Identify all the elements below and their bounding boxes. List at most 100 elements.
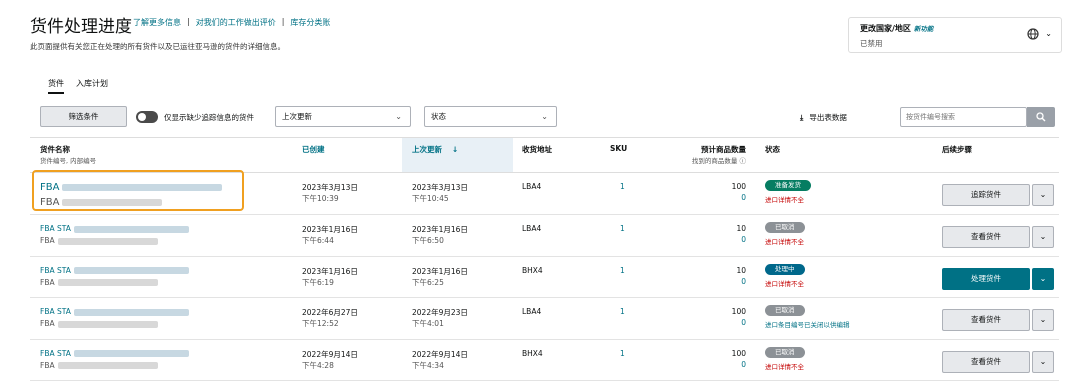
created-time: 下午12:52 xyxy=(302,319,339,328)
globe-icon xyxy=(1027,28,1039,40)
learn-more-link[interactable]: 了解更多信息 xyxy=(133,17,181,28)
chevron-down-icon[interactable]: ⌄ xyxy=(1032,309,1054,331)
created-date: 2022年6月27日 xyxy=(302,308,358,317)
tab-inbound-plans[interactable]: 入库计划 xyxy=(76,78,108,94)
found-qty[interactable]: 0 xyxy=(690,235,746,244)
table-row: FBA STA FBA 2022年9月14日 下午4:28 2022年9月14日… xyxy=(30,340,1059,381)
ship-to-address: BHX4 xyxy=(522,348,543,358)
updated-time: 下午10:45 xyxy=(412,194,449,203)
track-shipment-button[interactable]: 追踪货件 xyxy=(942,184,1030,206)
chevron-down-icon[interactable]: ⌄ xyxy=(1032,350,1054,373)
sku-count[interactable]: 1 xyxy=(620,224,625,233)
created-date: 2023年3月13日 xyxy=(302,183,358,192)
col-status[interactable]: 状态 xyxy=(765,144,780,155)
status-badge: 准备发货 xyxy=(765,180,811,191)
updated-time: 下午6:50 xyxy=(412,236,444,245)
arrow-down-icon: ↓ xyxy=(452,145,459,154)
tabs: 货件 入库计划 xyxy=(48,78,108,94)
status-note[interactable]: 进口详情不全 xyxy=(765,278,804,288)
view-shipment-button[interactable]: 查看货件 xyxy=(942,350,1030,373)
view-shipment-button[interactable]: 查看货件 xyxy=(942,309,1030,331)
status-note[interactable]: 进口详情不全 xyxy=(765,236,804,246)
country-selector[interactable]: 更改国家/地区 新功能 已禁用 ⌄ xyxy=(848,17,1062,53)
table-row: FBA STA FBA 2023年1月16日 下午6:44 2023年1月16日… xyxy=(30,215,1059,257)
ship-to-address: BHX4 xyxy=(522,265,543,275)
status-note[interactable]: 进口详情不全 xyxy=(765,194,804,204)
status-badge: 处理中 xyxy=(765,263,805,275)
status-select[interactable]: 状态 ⌄ xyxy=(424,106,557,127)
updated-time: 下午6:25 xyxy=(412,277,444,287)
feedback-link[interactable]: 对我们的工作做出评价 xyxy=(196,17,276,28)
table-row: FBA STA FBA 2022年6月27日 下午12:52 2022年9月23… xyxy=(30,298,1059,340)
created-date: 2023年1月16日 xyxy=(302,225,358,234)
col-qty[interactable]: 预计商品数量 xyxy=(670,144,746,155)
created-time: 下午10:39 xyxy=(302,194,339,203)
col-name-sub: 货件编号, 内部编号 xyxy=(40,157,97,165)
table-row: FBA STA FBA 2023年1月16日 下午6:19 2023年1月16日… xyxy=(30,257,1059,298)
created-time: 下午6:19 xyxy=(302,277,334,287)
found-qty[interactable]: 0 xyxy=(690,360,746,369)
missing-tracking-toggle[interactable] xyxy=(136,111,158,123)
chevron-down-icon[interactable]: ⌄ xyxy=(1032,226,1054,248)
created-date: 2023年1月16日 xyxy=(302,266,358,276)
col-name[interactable]: 货件名称 xyxy=(40,144,70,155)
work-on-shipment-button[interactable]: 处理货件 xyxy=(942,267,1030,290)
separator: | xyxy=(281,17,285,26)
sku-count[interactable]: 1 xyxy=(620,307,625,316)
view-shipment-button[interactable]: 查看货件 xyxy=(942,226,1030,248)
status-note[interactable]: 进口详情不全 xyxy=(765,361,804,371)
page-title: 货件处理进度 xyxy=(30,17,132,37)
updated-date: 2022年9月14日 xyxy=(412,349,468,359)
shipment-id: FBA xyxy=(40,319,158,328)
col-updated[interactable]: 上次更新 ↓ xyxy=(412,144,458,155)
search-button[interactable] xyxy=(1027,107,1055,127)
shipment-id: FBA xyxy=(40,236,158,245)
created-date: 2022年9月14日 xyxy=(302,349,358,359)
download-icon: ⤓ xyxy=(800,113,804,122)
found-qty[interactable]: 0 xyxy=(690,277,746,286)
filter-button[interactable]: 筛选条件 xyxy=(40,106,127,127)
expected-qty: 100 xyxy=(731,307,746,316)
chevron-down-icon: ⌄ xyxy=(395,112,402,121)
found-qty[interactable]: 0 xyxy=(690,318,746,327)
expected-qty: 10 xyxy=(736,224,746,233)
found-qty[interactable]: 0 xyxy=(690,193,746,202)
ship-to-address: LBA4 xyxy=(522,307,542,316)
sku-count[interactable]: 1 xyxy=(620,182,625,191)
shipment-name[interactable]: FBA STA xyxy=(40,307,189,316)
toolbar: 筛选条件 仅显示缺少追踪信息的货件 上次更新 ⌄ 状态 ⌄ ⤓ 导出表数据 xyxy=(40,105,1055,129)
col-sku[interactable]: SKU xyxy=(610,144,627,153)
tab-shipments[interactable]: 货件 xyxy=(48,78,64,94)
header-links: 了解更多信息 | 对我们的工作做出评价 | 库存分类账 xyxy=(133,17,330,28)
ship-to-address: LBA4 xyxy=(522,224,542,233)
search-icon xyxy=(1036,112,1046,122)
inventory-ledger-link[interactable]: 库存分类账 xyxy=(290,17,330,28)
col-created[interactable]: 已创建 xyxy=(302,144,325,155)
page-description: 此页面提供有关您正在处理的所有货件以及已运往亚马逊的货件的详细信息。 xyxy=(30,42,285,51)
status-badge: 已取消 xyxy=(765,222,805,233)
sort-select[interactable]: 上次更新 ⌄ xyxy=(275,106,411,127)
shipment-name[interactable]: FBA STA xyxy=(40,266,189,275)
ship-to-address: LBA4 xyxy=(522,182,542,191)
chevron-down-icon[interactable]: ⌄ xyxy=(1032,267,1054,290)
col-qty-sub: 找到的商品数量 ⓘ xyxy=(691,157,746,165)
updated-date: 2023年1月16日 xyxy=(412,225,468,234)
chevron-down-icon[interactable]: ⌄ xyxy=(1032,184,1054,206)
export-button[interactable]: ⤓ 导出表数据 xyxy=(800,112,847,123)
shipment-name[interactable]: FBA STA xyxy=(40,224,189,233)
shipment-id: FBA xyxy=(40,361,158,370)
separator: | xyxy=(187,17,190,26)
expected-qty: 100 xyxy=(731,182,746,191)
sku-count[interactable]: 1 xyxy=(620,266,625,275)
status-badge: 已取消 xyxy=(765,305,805,316)
col-address[interactable]: 收货地址 xyxy=(522,144,552,155)
sku-count[interactable]: 1 xyxy=(620,349,625,358)
search-input[interactable] xyxy=(900,107,1027,127)
status-note[interactable]: 进口条目编号已关闭以供编辑 xyxy=(765,319,850,329)
shipment-name[interactable]: FBA xyxy=(40,182,223,193)
created-time: 下午6:44 xyxy=(302,236,334,245)
toggle-label: 仅显示缺少追踪信息的货件 xyxy=(164,113,254,122)
expected-qty: 10 xyxy=(736,265,746,275)
shipment-name[interactable]: FBA STA xyxy=(40,349,189,358)
expected-qty: 100 xyxy=(731,348,746,358)
